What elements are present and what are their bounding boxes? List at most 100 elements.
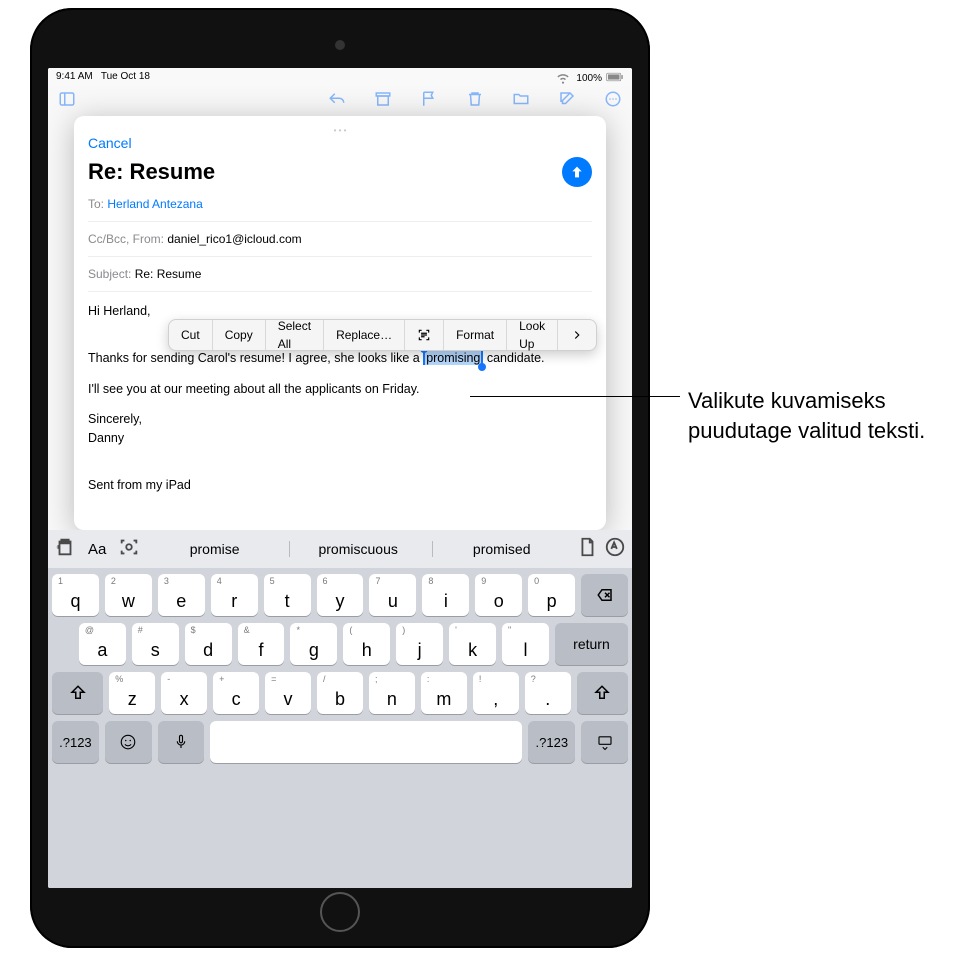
mic-icon (172, 733, 190, 751)
email-body[interactable]: Hi Herland, Cut Copy Select All Replace…… (88, 292, 592, 495)
cc-value: daniel_rico1@icloud.com (167, 232, 301, 246)
archive-icon (374, 90, 392, 118)
key-.[interactable]: ?. (525, 672, 571, 714)
hide-keyboard-key[interactable] (581, 721, 628, 763)
key-p[interactable]: 0p (528, 574, 575, 616)
key-a[interactable]: @a (79, 623, 126, 665)
text-format-icon[interactable]: Aa (88, 541, 106, 558)
sent-from: Sent from my iPad (88, 476, 592, 495)
sender-name: Danny (88, 431, 124, 445)
camera-dot (335, 40, 345, 50)
compose-sheet: • • • Cancel Re: Resume To: Herland Ante… (74, 116, 606, 530)
shift-key[interactable] (52, 672, 103, 714)
selected-text[interactable]: promising (423, 351, 483, 365)
dictation-key[interactable] (158, 721, 205, 763)
clipboard-icon[interactable] (54, 536, 76, 563)
key-f[interactable]: &f (238, 623, 285, 665)
cut-button[interactable]: Cut (169, 320, 213, 350)
callout-text: Valikute kuvamiseks puudutage valitud te… (688, 386, 940, 445)
key-n[interactable]: ;n (369, 672, 415, 714)
suggestion-3[interactable]: promised (432, 541, 570, 557)
compose-icon (558, 90, 576, 118)
space-key[interactable] (210, 721, 522, 763)
key-e[interactable]: 3e (158, 574, 205, 616)
battery-percent: 100% (576, 73, 602, 84)
flag-icon (420, 90, 438, 118)
key-y[interactable]: 6y (317, 574, 364, 616)
format-button[interactable]: Format (444, 320, 507, 350)
key-k[interactable]: 'k (449, 623, 496, 665)
key-o[interactable]: 9o (475, 574, 522, 616)
compose-title: Re: Resume (88, 159, 215, 185)
emoji-key[interactable] (105, 721, 152, 763)
signoff: Sincerely, (88, 412, 142, 426)
cancel-button[interactable]: Cancel (88, 135, 592, 151)
ipad-frame: 9:41 AM Tue Oct 18 100% (30, 8, 650, 948)
reply-icon (328, 90, 346, 118)
key-q[interactable]: 1q (52, 574, 99, 616)
key-u[interactable]: 7u (369, 574, 416, 616)
replace-button[interactable]: Replace… (324, 320, 405, 350)
screen: 9:41 AM Tue Oct 18 100% (48, 68, 632, 888)
key-j[interactable]: )j (396, 623, 443, 665)
subject-label: Subject: (88, 267, 131, 281)
key-w[interactable]: 2w (105, 574, 152, 616)
more-icon (604, 90, 622, 118)
numbers-key[interactable]: .?123 (52, 721, 99, 763)
backspace-key[interactable] (581, 574, 628, 616)
folder-icon (512, 90, 530, 118)
key-l[interactable]: "l (502, 623, 549, 665)
camera-scan-icon[interactable] (118, 536, 140, 563)
body-line1a: Thanks for sending Carol's resume! I agr… (88, 351, 423, 365)
key-g[interactable]: *g (290, 623, 337, 665)
send-button[interactable] (562, 157, 592, 187)
subject-value: Re: Resume (135, 267, 202, 281)
key-i[interactable]: 8i (422, 574, 469, 616)
key-r[interactable]: 4r (211, 574, 258, 616)
arrow-up-icon (569, 164, 585, 180)
numbers-key-right[interactable]: .?123 (528, 721, 575, 763)
suggestion-1[interactable]: promise (146, 541, 283, 557)
cc-field[interactable]: Cc/Bcc, From: daniel_rico1@icloud.com (88, 222, 592, 257)
backspace-icon (596, 586, 614, 604)
scan-text-button[interactable] (405, 320, 444, 350)
shift-key-right[interactable] (577, 672, 628, 714)
key-m[interactable]: :m (421, 672, 467, 714)
key-z[interactable]: %z (109, 672, 155, 714)
key-s[interactable]: #s (132, 623, 179, 665)
key-t[interactable]: 5t (264, 574, 311, 616)
subject-field[interactable]: Subject: Re: Resume (88, 257, 592, 292)
sidebar-icon (58, 90, 76, 118)
more-menu-button[interactable] (558, 320, 596, 350)
keyboard-down-icon (596, 733, 614, 751)
cc-label: Cc/Bcc, From: (88, 232, 164, 246)
chevron-right-icon (570, 328, 584, 342)
shift-icon (593, 684, 611, 702)
document-icon[interactable] (576, 536, 598, 563)
edit-menu: Cut Copy Select All Replace… Format Look… (168, 319, 597, 351)
suggestion-2[interactable]: promiscuous (289, 541, 427, 557)
status-bar: 9:41 AM Tue Oct 18 100% (48, 68, 632, 86)
keyboard: Aa promise promiscuous promised 1q2w3e4r… (48, 530, 632, 888)
to-value: Herland Antezana (107, 197, 202, 211)
copy-button[interactable]: Copy (213, 320, 266, 350)
key-d[interactable]: $d (185, 623, 232, 665)
key-,[interactable]: !, (473, 672, 519, 714)
select-all-button[interactable]: Select All (266, 320, 324, 350)
scan-text-icon (417, 328, 431, 342)
key-x[interactable]: -x (161, 672, 207, 714)
status-date: Tue Oct 18 (101, 71, 150, 82)
status-time: 9:41 AM (56, 71, 93, 82)
callout-line (470, 396, 680, 397)
greeting: Hi Herland, (88, 302, 592, 321)
to-field[interactable]: To: Herland Antezana (88, 187, 592, 222)
markup-icon[interactable] (604, 536, 626, 563)
key-b[interactable]: /b (317, 672, 363, 714)
return-key[interactable]: return (555, 623, 628, 665)
home-button[interactable] (320, 892, 360, 932)
key-c[interactable]: +c (213, 672, 259, 714)
key-v[interactable]: =v (265, 672, 311, 714)
shift-icon (69, 684, 87, 702)
key-h[interactable]: (h (343, 623, 390, 665)
lookup-button[interactable]: Look Up (507, 320, 558, 350)
